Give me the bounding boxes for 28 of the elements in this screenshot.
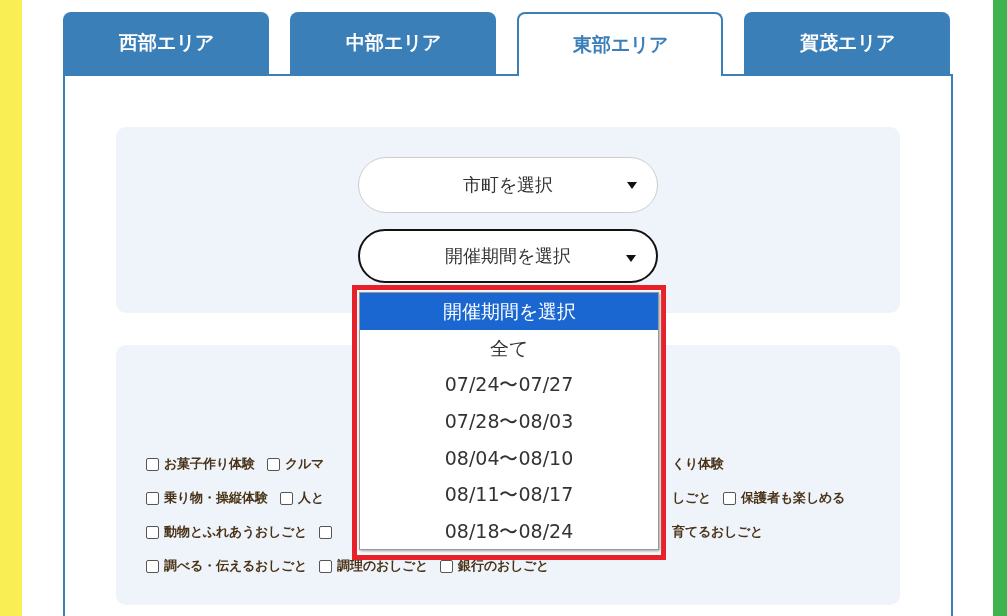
city-select[interactable]: 市町を選択 [358, 157, 658, 213]
category-checkbox[interactable]: クルマ [267, 455, 324, 473]
area-tab[interactable]: 賀茂エリア [744, 12, 950, 74]
dropdown-option[interactable]: 全て [360, 329, 658, 367]
caret-icon [626, 255, 636, 262]
dropdown-option[interactable]: 08/18〜08/24 [360, 513, 658, 550]
area-tab[interactable]: 東部エリア [517, 12, 723, 76]
dropdown-option[interactable]: 08/11〜08/17 [360, 476, 658, 514]
category-checkbox[interactable] [319, 523, 332, 541]
area-tab[interactable]: 西部エリア [63, 12, 269, 74]
category-checkbox[interactable]: 動物とふれあうおしごと [146, 523, 307, 541]
caret-icon [627, 182, 637, 189]
category-checkbox[interactable]: 調理のおしごと [319, 557, 428, 575]
dropdown-option[interactable]: 07/24〜07/27 [360, 366, 658, 404]
category-checkbox[interactable]: 人と [280, 489, 324, 507]
category-checkbox[interactable]: お菓子作り体験 [146, 455, 255, 473]
category-checkbox[interactable]: 保護者も楽しめる [723, 489, 845, 507]
category-label: 育てるおしごと [672, 523, 763, 541]
category-checkbox[interactable]: 銀行のおしごと [440, 557, 549, 575]
category-label: しごと [672, 489, 711, 507]
area-tab[interactable]: 中部エリア [290, 12, 496, 74]
period-select[interactable]: 開催期間を選択 [358, 229, 658, 283]
category-label: くり体験 [672, 455, 724, 473]
category-checkbox[interactable]: 調べる・伝えるおしごと [146, 557, 307, 575]
dropdown-option[interactable]: 開催期間を選択 [360, 293, 658, 330]
dropdown-option[interactable]: 08/04〜08/10 [360, 439, 658, 477]
category-checkbox[interactable]: 乗り物・操縦体験 [146, 489, 268, 507]
dropdown-option[interactable]: 07/28〜08/03 [360, 403, 658, 440]
